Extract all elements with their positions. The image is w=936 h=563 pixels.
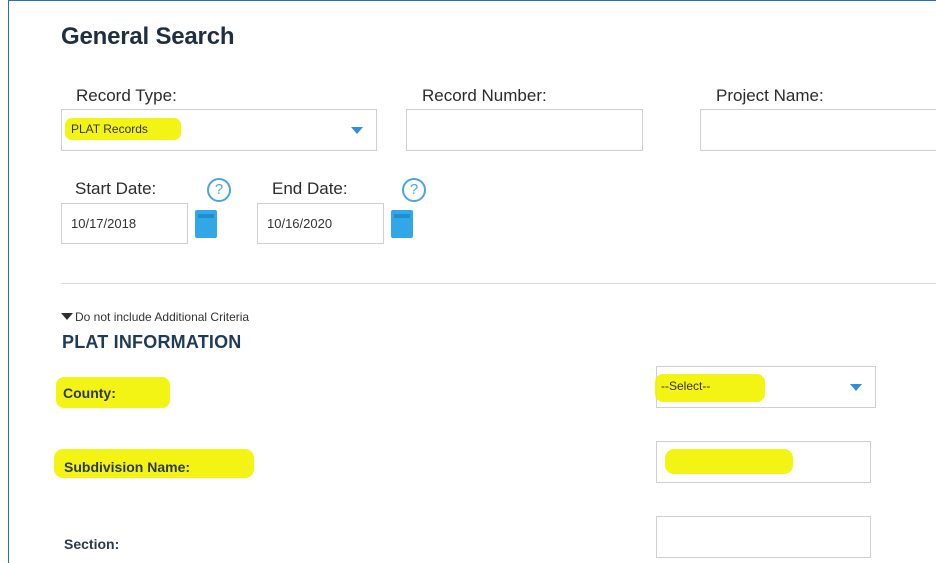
additional-criteria-toggle[interactable]: Do not include Additional Criteria	[61, 310, 249, 324]
county-label: County:	[63, 385, 116, 401]
end-date-input[interactable]: 10/16/2020	[257, 203, 384, 244]
triangle-down-icon	[61, 313, 73, 320]
subdivision-name-input[interactable]	[656, 441, 871, 483]
subdivision-name-label: Subdivision Name:	[64, 459, 191, 475]
section-heading: PLAT INFORMATION	[62, 332, 242, 352]
end-date-label: End Date:	[272, 179, 348, 198]
start-date-label: Start Date:	[75, 179, 157, 198]
calendar-icon[interactable]	[195, 210, 217, 238]
project-name-input[interactable]	[700, 109, 936, 151]
calendar-icon[interactable]	[391, 210, 413, 238]
county-selected-value: --Select--	[661, 379, 711, 393]
project-name-label: Project Name:	[716, 86, 824, 105]
highlight-mark	[665, 449, 793, 474]
additional-criteria-toggle-label: Do not include Additional Criteria	[75, 310, 250, 324]
section-input[interactable]	[656, 516, 871, 558]
page-title: General Search	[61, 23, 235, 50]
county-select[interactable]: --Select--	[655, 366, 876, 408]
chevron-down-icon	[351, 127, 363, 134]
chevron-down-icon	[850, 384, 862, 391]
general-search-panel: General Search Record Type: Record Numbe…	[8, 0, 936, 563]
help-circle-icon[interactable]: ?	[207, 178, 231, 202]
help-circle-icon[interactable]: ?	[402, 178, 426, 202]
record-type-selected-value: PLAT Records	[71, 122, 148, 136]
start-date-input[interactable]: 10/17/2018	[61, 203, 188, 244]
section-label: Section:	[64, 536, 120, 552]
record-number-input[interactable]	[406, 109, 643, 151]
record-type-select[interactable]: PLAT Records	[61, 109, 377, 151]
record-number-label: Record Number:	[422, 86, 547, 105]
record-type-label: Record Type:	[76, 86, 177, 105]
section-divider	[61, 283, 936, 284]
